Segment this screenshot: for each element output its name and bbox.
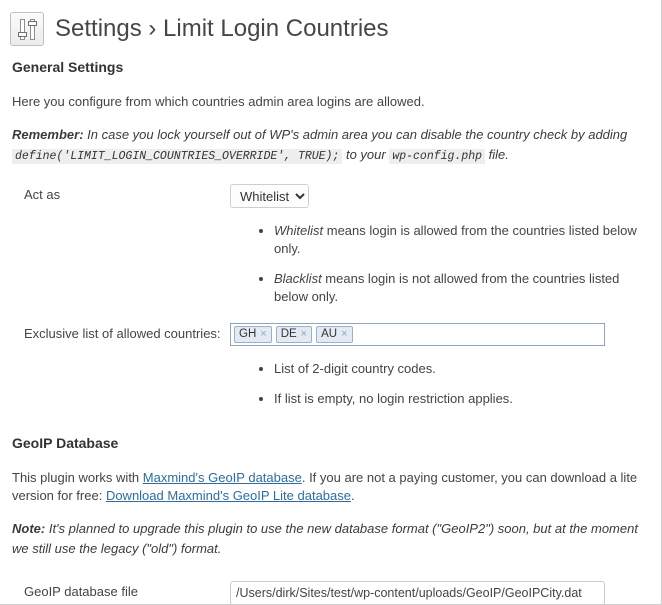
geoip-database-heading: GeoIP Database — [12, 435, 119, 451]
override-constant-code: define('LIMIT_LOGIN_COUNTRIES_OVERRIDE',… — [12, 149, 343, 164]
remember-note: Remember: In case you lock yourself out … — [12, 125, 649, 167]
bullet-text: means login is allowed from the countrie… — [274, 223, 637, 256]
geoip-intro-after: . — [351, 488, 355, 503]
country-tag-label: AU — [321, 328, 338, 340]
remember-text-before: In case you lock yourself out of WP's ad… — [83, 127, 628, 142]
page-header: Settings › Limit Login Countries — [0, 0, 661, 46]
country-tag-label: DE — [280, 328, 297, 340]
settings-page: Settings › Limit Login Countries General… — [0, 0, 662, 605]
general-settings-intro: Here you configure from which countries … — [12, 94, 425, 109]
countries-tag-input[interactable]: GH × DE × AU × — [230, 323, 605, 346]
country-tag[interactable]: GH × — [234, 326, 272, 343]
bullet-text: means login is not allowed from the coun… — [274, 271, 620, 304]
settings-sliders-icon — [10, 12, 44, 46]
country-tag-label: GH — [239, 328, 257, 340]
maxmind-lite-link[interactable]: Download Maxmind's GeoIP Lite database — [106, 488, 351, 503]
act-as-bullet-list: Whitelist means login is allowed from th… — [12, 222, 649, 306]
countries-bullet-list: List of 2-digit country codes. If list i… — [12, 360, 649, 408]
note-label: Note: — [12, 521, 46, 536]
list-item: List of 2-digit country codes. — [274, 360, 649, 378]
country-tag[interactable]: AU × — [316, 326, 353, 343]
remove-tag-icon[interactable]: × — [301, 329, 307, 340]
geoip-file-row: GeoIP database file — [12, 581, 649, 604]
countries-label: Exclusive list of allowed countries: — [24, 326, 221, 341]
bullet-emphasis: Whitelist — [274, 223, 324, 238]
wp-config-code: wp-config.php — [389, 149, 486, 164]
act-as-row: Act as Whitelist Blacklist — [12, 184, 649, 208]
act-as-select[interactable]: Whitelist Blacklist — [230, 184, 309, 208]
geoip-file-label: GeoIP database file — [24, 584, 138, 599]
note-text: It's planned to upgrade this plugin to u… — [12, 521, 638, 556]
settings-body: General Settings Here you configure from… — [0, 58, 661, 604]
geoip-intro: This plugin works with Maxmind's GeoIP d… — [12, 469, 649, 505]
list-item: Blacklist means login is not allowed fro… — [274, 270, 649, 306]
bullet-emphasis: Blacklist — [274, 271, 322, 286]
page-title: Settings › Limit Login Countries — [55, 15, 389, 42]
remember-label: Remember: — [12, 127, 84, 142]
general-settings-heading: General Settings — [12, 59, 124, 75]
geoip-note: Note: It's planned to upgrade this plugi… — [12, 519, 649, 559]
country-tag[interactable]: DE × — [275, 326, 313, 343]
remove-tag-icon[interactable]: × — [341, 329, 347, 340]
geoip-file-input[interactable] — [230, 581, 605, 604]
remember-text-middle: to your — [342, 147, 390, 162]
countries-row: Exclusive list of allowed countries: GH … — [12, 323, 649, 346]
maxmind-geoip-link[interactable]: Maxmind's GeoIP database — [143, 470, 302, 485]
act-as-label: Act as — [24, 187, 61, 202]
remember-text-after: file. — [485, 147, 509, 162]
remove-tag-icon[interactable]: × — [260, 329, 266, 340]
list-item: Whitelist means login is allowed from th… — [274, 222, 649, 258]
geoip-intro-before: This plugin works with — [12, 470, 143, 485]
list-item: If list is empty, no login restriction a… — [274, 390, 649, 408]
